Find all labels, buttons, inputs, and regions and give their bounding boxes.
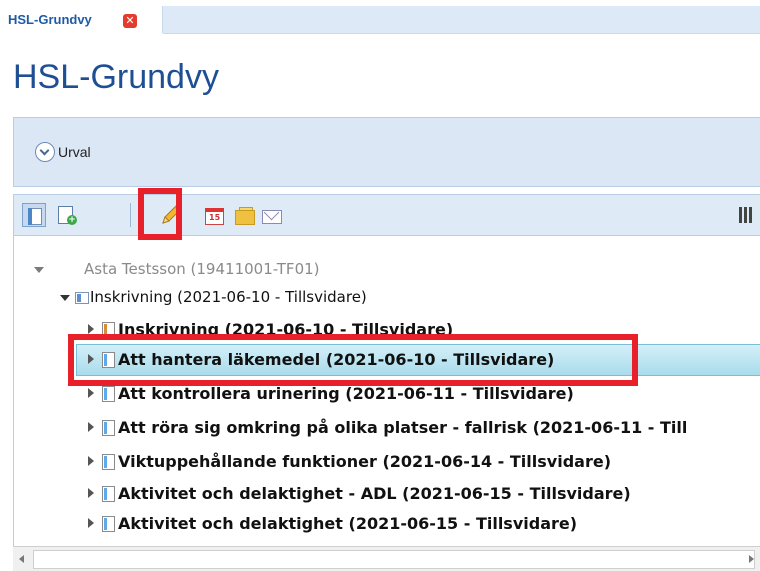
page-title: HSL-Grundvy xyxy=(13,58,219,96)
expand-arrow-icon[interactable] xyxy=(60,295,70,301)
tree-node-label: Aktivitet och delaktighet - ADL (2021-06… xyxy=(118,484,631,503)
expand-arrow-icon[interactable] xyxy=(88,518,94,528)
tab-strip xyxy=(163,6,760,34)
urval-panel: Urval xyxy=(13,117,760,187)
expand-arrow-icon[interactable] xyxy=(88,422,94,432)
enrollment-label: Inskrivning (2021-06-10 - Tillsvidare) xyxy=(90,288,367,306)
scrollbar-thumb[interactable] xyxy=(33,550,755,569)
mail-icon[interactable] xyxy=(259,203,283,227)
care-plan-tree: Asta Testsson (19411001-TF01) Inskrivnin… xyxy=(13,236,760,546)
columns-icon[interactable] xyxy=(739,207,753,223)
document-icon xyxy=(102,486,115,502)
tree-node-label: Att kontrollera urinering (2021-06-11 - … xyxy=(118,384,574,403)
document-icon xyxy=(102,420,115,436)
tab-label: HSL-Grundvy xyxy=(8,12,92,27)
expand-arrow-icon[interactable] xyxy=(88,388,94,398)
folder-icon[interactable] xyxy=(232,203,256,227)
document-icon xyxy=(102,454,115,470)
scroll-left-icon[interactable] xyxy=(19,555,24,563)
calendar-number: 15 xyxy=(209,213,221,222)
expand-arrow-icon[interactable] xyxy=(88,324,94,334)
annotation-box-selected-row xyxy=(68,334,638,386)
tree-view-icon[interactable] xyxy=(22,203,46,227)
horizontal-scrollbar[interactable] xyxy=(13,546,760,571)
annotation-box-pencil xyxy=(138,188,182,240)
tab-hsl-grundvy[interactable]: HSL-Grundvy ✕ xyxy=(0,6,163,33)
expand-arrow-icon[interactable] xyxy=(34,267,44,273)
tab-bar: HSL-Grundvy ✕ xyxy=(0,0,760,34)
document-icon xyxy=(102,516,115,532)
enrollment-icon xyxy=(75,292,89,304)
urval-toggle-label[interactable]: Urval xyxy=(58,144,91,160)
calendar-icon[interactable]: 15 xyxy=(202,203,226,227)
chevron-down-icon[interactable] xyxy=(35,142,55,162)
toolbar-separator xyxy=(130,203,131,227)
close-icon[interactable]: ✕ xyxy=(123,14,137,28)
patient-name: Asta Testsson (19411001-TF01) xyxy=(84,260,320,278)
tree-node-label: Aktivitet och delaktighet (2021-06-15 - … xyxy=(118,514,578,533)
document-icon xyxy=(102,386,115,402)
scroll-right-icon[interactable] xyxy=(749,555,754,563)
tree-node-label: Att röra sig omkring på olika platser - … xyxy=(118,418,688,437)
tree-node-label: Viktuppehållande funktioner (2021-06-14 … xyxy=(118,452,611,471)
expand-arrow-icon[interactable] xyxy=(88,456,94,466)
expand-arrow-icon[interactable] xyxy=(88,488,94,498)
add-document-icon[interactable]: + xyxy=(54,203,78,227)
toolbar: + 15 xyxy=(13,194,760,236)
